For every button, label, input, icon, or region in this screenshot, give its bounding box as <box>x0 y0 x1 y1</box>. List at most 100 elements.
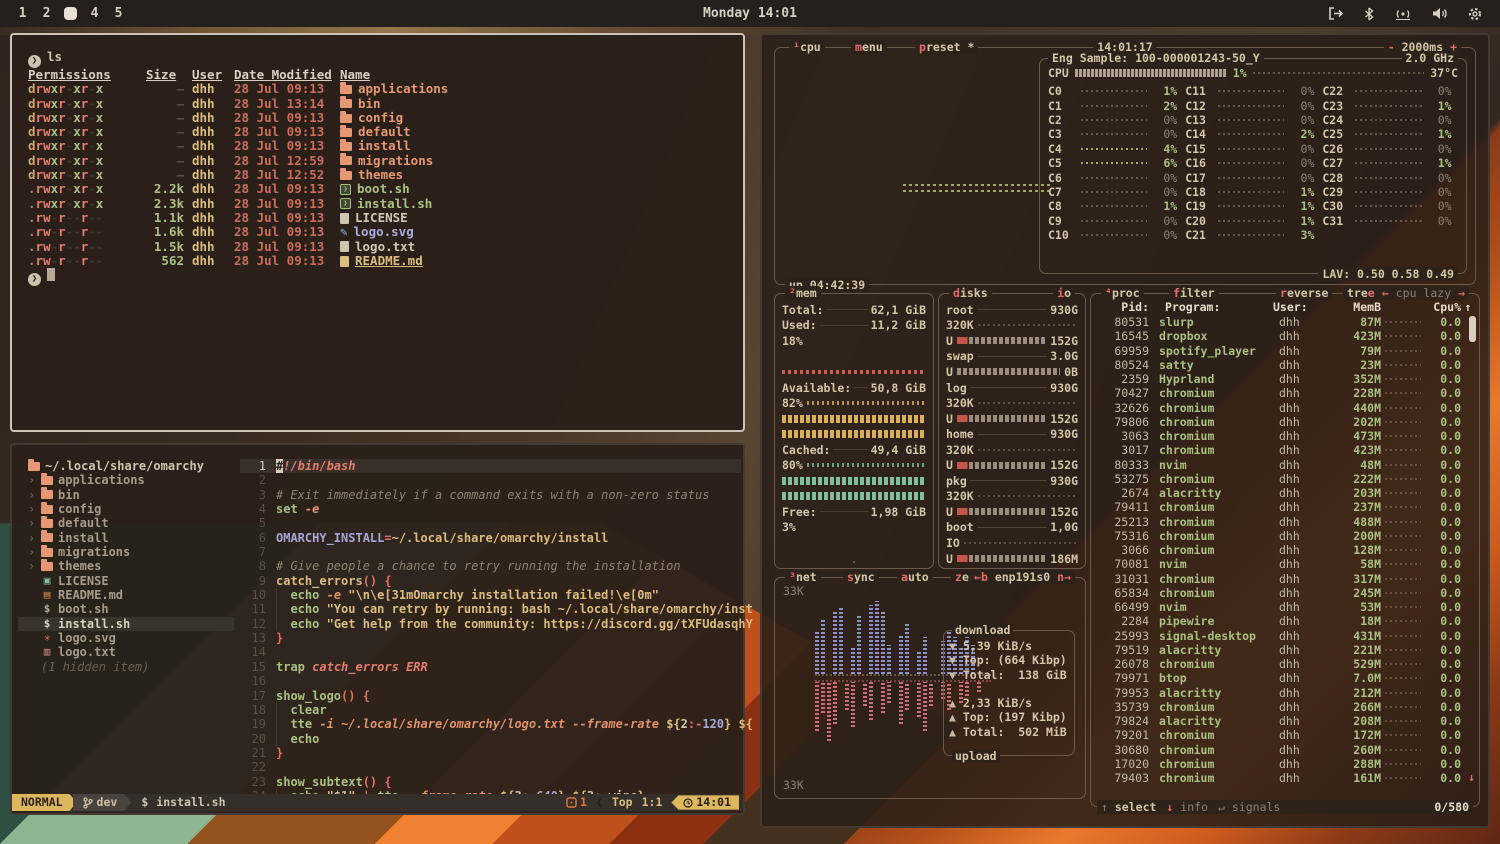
proc-box-title[interactable]: ⁴proc <box>1101 286 1144 300</box>
process-row[interactable]: 31031chromiumdhh317M0.0 <box>1097 572 1475 586</box>
core-row: C70% <box>1048 185 1177 199</box>
tree-dir-install[interactable]: ›install <box>18 531 234 545</box>
proc-count: 0/580 <box>1434 800 1469 814</box>
tree-file-logo.txt[interactable]: ▥logo.txt <box>18 645 234 659</box>
process-row[interactable]: 65834chromiumdhh245M0.0 <box>1097 586 1475 600</box>
process-row[interactable]: 79411chromiumdhh237M0.0 <box>1097 500 1475 514</box>
tree-dir-migrations[interactable]: ›migrations <box>18 545 234 559</box>
disk-entry: pkg930G <box>946 473 1078 489</box>
reverse-button[interactable]: reverse <box>1276 286 1332 300</box>
code-line-12: 12▏ echo "Get help from the community: h… <box>240 617 741 631</box>
io-button[interactable]: io <box>1053 286 1075 300</box>
process-row[interactable]: 53275chromiumdhh222M0.0 <box>1097 472 1475 486</box>
tree-button[interactable]: tree <box>1343 286 1379 300</box>
process-row[interactable]: 66499nvimdhh53M0.0 <box>1097 600 1475 614</box>
process-row[interactable]: 75316chromiumdhh200M0.0 <box>1097 529 1475 543</box>
process-row[interactable]: 69959spotify_playerdhh79M0.0 <box>1097 344 1475 358</box>
tree-file-logo.svg[interactable]: ✳logo.svg <box>18 631 234 645</box>
process-row[interactable]: 70081nvimdhh58M0.0 <box>1097 557 1475 571</box>
process-row[interactable]: 80333nvimdhh48M0.0 <box>1097 458 1475 472</box>
network-icon[interactable] <box>1395 7 1411 20</box>
btop-window: ¹cpu menu preset * 14:01:17 - 2000ms + u… <box>760 33 1490 828</box>
process-row[interactable]: 3063chromiumdhh473M0.0 <box>1097 429 1475 443</box>
core-row: C142% <box>1185 127 1314 141</box>
process-row[interactable]: 17020chromiumdhh288M0.0 <box>1097 757 1475 771</box>
logout-icon[interactable] <box>1328 7 1343 20</box>
process-row[interactable]: 79824alacrittydhh208M0.0 <box>1097 714 1475 728</box>
filter-button[interactable]: filter <box>1169 286 1219 300</box>
disks-box-title[interactable]: disks <box>949 286 992 300</box>
readme-icon: ▤ <box>41 588 53 602</box>
code-line-3: 3# Exit immediately if a command exits w… <box>240 488 741 502</box>
core-row: C240% <box>1322 113 1451 127</box>
process-row[interactable]: 79403chromiumdhh161M0.0 <box>1097 771 1475 785</box>
process-row[interactable]: 79519alacrittydhh221M0.0 <box>1097 643 1475 657</box>
process-row[interactable]: 70427chromiumdhh228M0.0 <box>1097 386 1475 400</box>
proc-percore-toggle[interactable]: ← cpu lazy → <box>1378 286 1469 300</box>
menu-button[interactable]: menu <box>851 40 887 54</box>
tree-root[interactable]: ~/.local/share/omarchy <box>18 459 234 473</box>
cpu-core-col-2: C110%C120%C130%C142%C150%C160%C170%C181%… <box>1185 84 1322 242</box>
net-scale-top: 33K <box>783 584 804 598</box>
tree-dir-bin[interactable]: ›bin <box>18 488 234 502</box>
process-row[interactable]: 79971btopdhh7.0M0.0 <box>1097 671 1475 685</box>
bluetooth-icon[interactable] <box>1364 7 1374 21</box>
preset-button[interactable]: preset * <box>915 40 978 54</box>
process-row[interactable]: 25993signal-desktopdhh431M0.0 <box>1097 629 1475 643</box>
scroll-down-arrow[interactable]: ↓ <box>1468 770 1475 784</box>
code-area[interactable]: 1#!/bin/bash23# Exit immediately if a co… <box>240 459 741 803</box>
ls-row: .rw-r--r--1.6kdhh28 Jul 09:13✎logo.svg <box>28 225 743 239</box>
code-line-14: 14 <box>240 645 741 659</box>
tree-dir-applications[interactable]: ›applications <box>18 473 234 487</box>
process-row[interactable]: 16545dropboxdhh423M0.0 <box>1097 329 1475 343</box>
process-row[interactable]: 25213chromiumdhh488M0.0 <box>1097 515 1475 529</box>
proc-scrollbar[interactable] <box>1469 316 1476 342</box>
mem-box-title[interactable]: ²mem <box>785 286 821 300</box>
process-row[interactable]: 2359Hyprlanddhh352M0.0 <box>1097 372 1475 386</box>
process-row[interactable]: 3066chromiumdhh128M0.0 <box>1097 543 1475 557</box>
process-row[interactable]: 26078chromiumdhh529M0.0 <box>1097 657 1475 671</box>
process-row[interactable]: 35739chromiumdhh266M0.0 <box>1097 700 1475 714</box>
disk-entry: root930G <box>946 302 1078 318</box>
process-row[interactable]: 79953alacrittydhh212M0.0 <box>1097 686 1475 700</box>
prompt-line-2[interactable]: ❯ <box>28 268 743 286</box>
statusline-file: $ install.sh <box>141 795 225 809</box>
process-row[interactable]: 79806chromiumdhh202M0.0 <box>1097 415 1475 429</box>
net-box-title[interactable]: ³net <box>785 570 821 584</box>
folder-icon <box>41 548 53 557</box>
sync-button[interactable]: sync <box>843 570 879 584</box>
tree-dir-default[interactable]: ›default <box>18 516 234 530</box>
process-row[interactable]: 2284pipewiredhh18M0.0 <box>1097 614 1475 628</box>
code-line-9: 9catch_errors() { <box>240 574 741 588</box>
ls-row: drwxr-xr-x–dhh28 Jul 09:13install <box>28 139 743 153</box>
process-row[interactable]: 80524sattydhh23M0.0 <box>1097 358 1475 372</box>
process-row[interactable]: 32626chromiumdhh440M0.0 <box>1097 401 1475 415</box>
auto-button[interactable]: auto <box>897 570 933 584</box>
core-row: C110% <box>1185 84 1314 98</box>
tree-file-README.md[interactable]: ▤README.md <box>18 588 234 602</box>
process-row[interactable]: 79201chromiumdhh172M0.0 <box>1097 728 1475 742</box>
process-row[interactable]: 80531slurpdhh87M0.0 <box>1097 315 1475 329</box>
tree-file-boot.sh[interactable]: $boot.sh <box>18 602 234 616</box>
settings-icon[interactable] <box>1468 7 1482 21</box>
mem-box: ²mem Total:62,1 GiBUsed:11,2 GiB 18%Avai… <box>774 293 934 569</box>
tree-dir-themes[interactable]: ›themes <box>18 559 234 573</box>
core-row: C160% <box>1185 156 1314 170</box>
process-row[interactable]: 30680chromiumdhh260M0.0 <box>1097 743 1475 757</box>
ls-row: drwxr-xr-x–dhh28 Jul 09:13config <box>28 111 743 125</box>
core-row: C130% <box>1185 113 1314 127</box>
core-row: C300% <box>1322 199 1451 213</box>
core-row: C181% <box>1185 185 1314 199</box>
tree-file-LICENSE[interactable]: ▣LICENSE <box>18 574 234 588</box>
tree-dir-config[interactable]: ›config <box>18 502 234 516</box>
process-row[interactable]: 3017chromiumdhh423M0.0 <box>1097 443 1475 457</box>
disk-entry: boot1,0G <box>946 520 1078 536</box>
ls-row: drwxr-xr-x–dhh28 Jul 12:52themes <box>28 168 743 182</box>
net-interface[interactable]: ←b enp191s0 n→ <box>970 570 1075 584</box>
tree-file-install.sh[interactable]: $install.sh <box>18 617 234 631</box>
process-row[interactable]: 2674alacrittydhh203M0.0 <box>1097 486 1475 500</box>
disk-entry: log930G <box>946 380 1078 396</box>
git-branch[interactable]: dev <box>73 794 132 811</box>
cpu-box-title[interactable]: ¹cpu <box>789 40 825 54</box>
volume-icon[interactable] <box>1432 7 1447 20</box>
